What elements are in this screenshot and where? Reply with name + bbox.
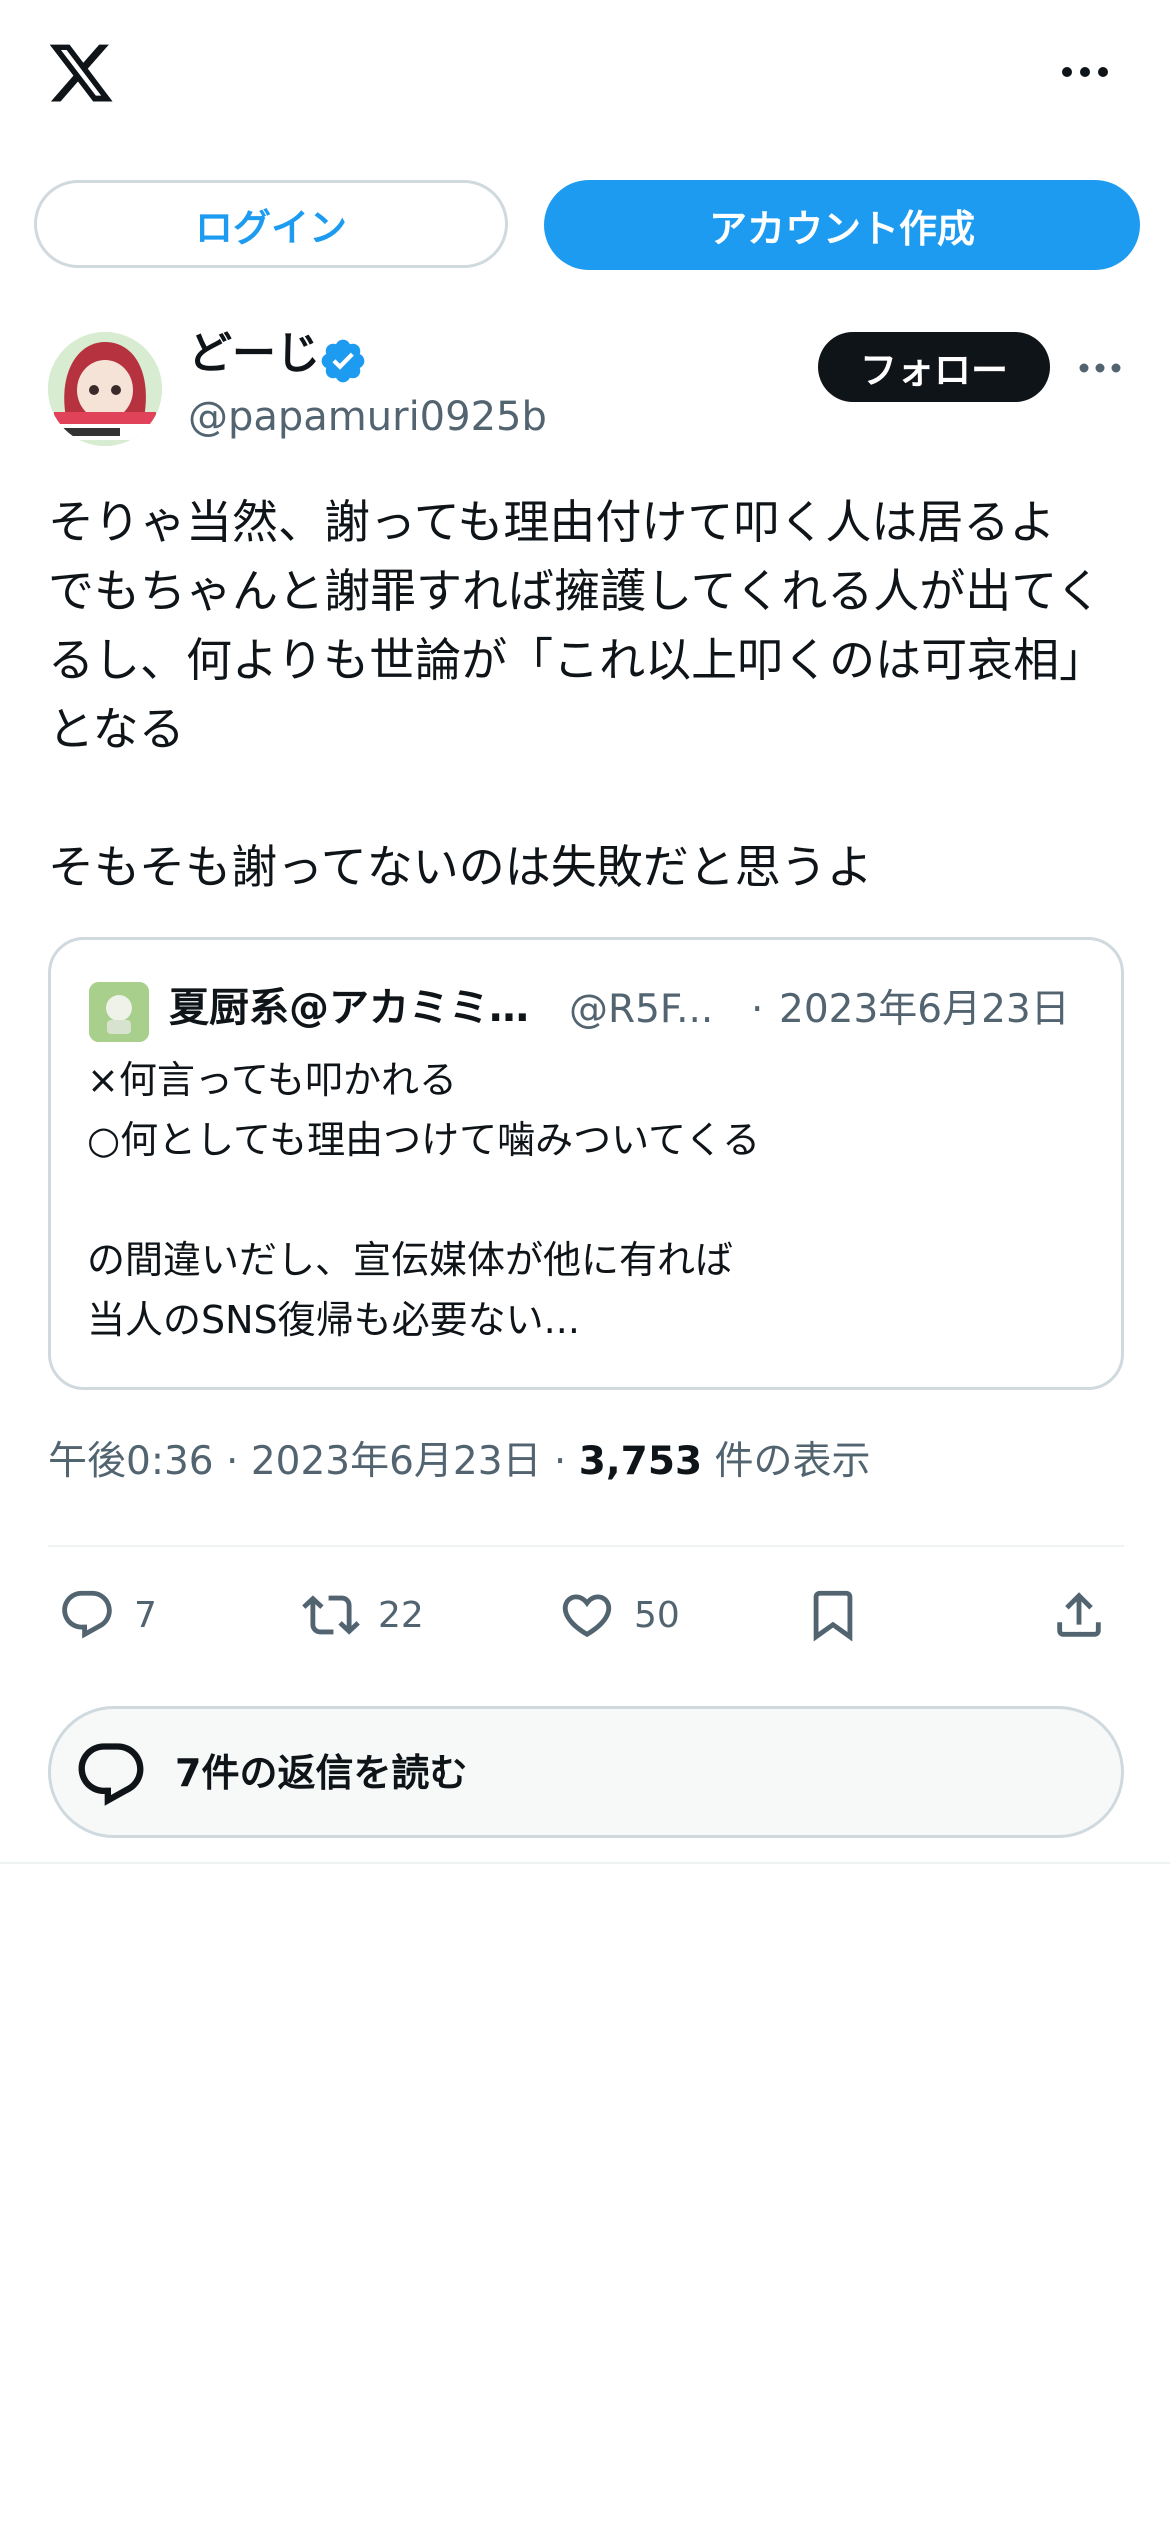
quoted-text: ×何言っても叩かれる ○何としても理由つけて噛みついてくる の間違いだし、宣伝媒… — [87, 1058, 761, 1342]
meta-separator: · — [226, 1439, 239, 1484]
read-replies-button[interactable]: 7件の返信を読む — [48, 1706, 1124, 1838]
reply-count: 7 — [134, 1594, 157, 1636]
reply-action[interactable]: 7 — [58, 1582, 157, 1648]
views-label: 件の表示 — [714, 1439, 871, 1484]
bookmark-icon — [813, 1590, 853, 1642]
quoted-avatar-image — [89, 982, 149, 1042]
share-action[interactable] — [1050, 1582, 1108, 1648]
bottom-divider — [0, 1862, 1170, 1864]
tweet-time[interactable]: 午後0:36 — [48, 1439, 214, 1484]
retweet-icon — [302, 1595, 360, 1635]
more-horizontal-icon[interactable] — [1060, 58, 1110, 86]
login-button[interactable]: ログイン — [34, 180, 508, 268]
read-replies-label: 7件の返信を読む — [175, 1751, 468, 1795]
avatar[interactable] — [48, 332, 162, 446]
author-handle[interactable]: @papamuri0925b — [188, 392, 547, 442]
views-count: 3,753 — [578, 1439, 703, 1484]
top-bar — [0, 0, 1170, 150]
quoted-author-handle: @R5F... — [569, 987, 714, 1032]
avatar-image — [48, 332, 162, 446]
follow-button[interactable]: フォロー — [818, 332, 1050, 402]
quoted-date: 2023年6月23日 — [779, 987, 1070, 1032]
tweet-text: そりゃ当然、謝っても理由付けて叩く人は居るよ でもちゃんと謝罪すれば擁護してくれ… — [48, 495, 1106, 894]
quoted-author-name: 夏厨系@アカミミガメ — [169, 985, 541, 1031]
retweet-count: 22 — [378, 1594, 424, 1636]
tweet-date[interactable]: 2023年6月23日 — [251, 1439, 542, 1484]
x-logo-icon[interactable] — [46, 38, 116, 108]
divider — [48, 1545, 1124, 1547]
share-icon — [1057, 1592, 1101, 1637]
meta-separator: · — [553, 1439, 567, 1484]
quoted-avatar — [89, 982, 149, 1042]
like-count: 50 — [634, 1594, 680, 1636]
create-account-button[interactable]: アカウント作成 — [544, 180, 1140, 270]
heart-icon — [562, 1594, 612, 1638]
author-display-name[interactable]: どーじ — [188, 326, 320, 382]
verified-badge-icon — [321, 339, 365, 383]
like-action[interactable]: 50 — [558, 1582, 680, 1648]
tweet-meta: 午後0:36 · 2023年6月23日 · 3,753 件の表示 — [48, 1432, 871, 1492]
quoted-tweet[interactable]: 夏厨系@アカミミガメ @R5F... · 2023年6月23日 ×何言っても叩か… — [48, 937, 1124, 1390]
retweet-action[interactable]: 22 — [302, 1582, 424, 1648]
reply-bubble-icon — [78, 1743, 144, 1806]
reply-icon — [62, 1590, 112, 1639]
quoted-separator: · — [751, 987, 764, 1032]
tweet-more-icon[interactable] — [1078, 356, 1122, 380]
bookmark-action[interactable] — [804, 1582, 862, 1648]
